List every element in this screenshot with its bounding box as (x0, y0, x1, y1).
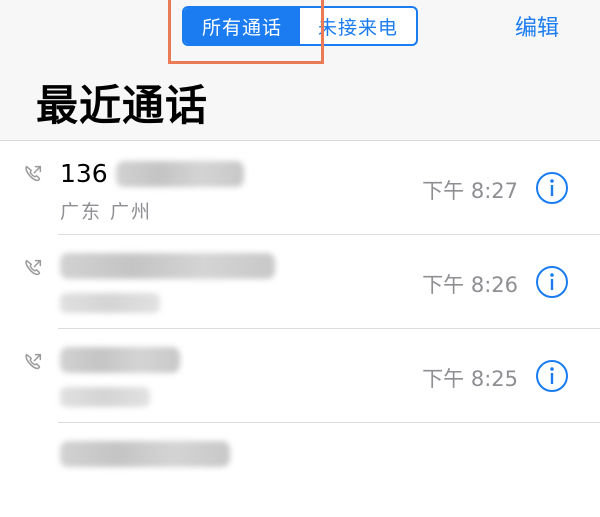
info-icon[interactable] (535, 359, 569, 393)
caller-number-prefix: 136 (60, 159, 108, 188)
page-title: 最近通话 (36, 81, 209, 130)
call-row[interactable]: 136 广东 广州 下午 8:27 (0, 141, 600, 235)
call-row[interactable]: 下午 8:26 (0, 235, 600, 329)
annotation-highlight-box (168, 0, 324, 64)
outgoing-call-icon (25, 165, 42, 182)
caller-location: 广东 广州 (60, 201, 153, 223)
call-time: 下午 8:27 (422, 179, 518, 203)
caller-number (60, 253, 275, 279)
redacted-number (115, 160, 244, 187)
redacted-number (60, 253, 275, 279)
caller-number: 136 (60, 159, 244, 188)
redacted-number (60, 441, 230, 467)
edit-button[interactable]: 编辑 (515, 10, 559, 42)
caller-number (60, 441, 230, 467)
info-icon[interactable] (535, 265, 569, 299)
redacted-number (60, 347, 180, 373)
call-time: 下午 8:25 (422, 367, 518, 391)
recent-calls-list: 136 广东 广州 下午 8:27 下午 8:26 下午 8:25 (0, 141, 600, 517)
call-row[interactable]: 下午 8:25 (0, 329, 600, 423)
redacted-location (60, 387, 150, 407)
redacted-location (60, 293, 160, 313)
call-time: 下午 8:26 (422, 273, 518, 297)
call-row[interactable] (0, 423, 600, 517)
nav-header: 所有通话 未接来电 编辑 最近通话 (0, 0, 600, 141)
caller-number (60, 347, 180, 373)
outgoing-call-icon (25, 353, 42, 370)
info-icon[interactable] (535, 171, 569, 205)
outgoing-call-icon (25, 259, 42, 276)
